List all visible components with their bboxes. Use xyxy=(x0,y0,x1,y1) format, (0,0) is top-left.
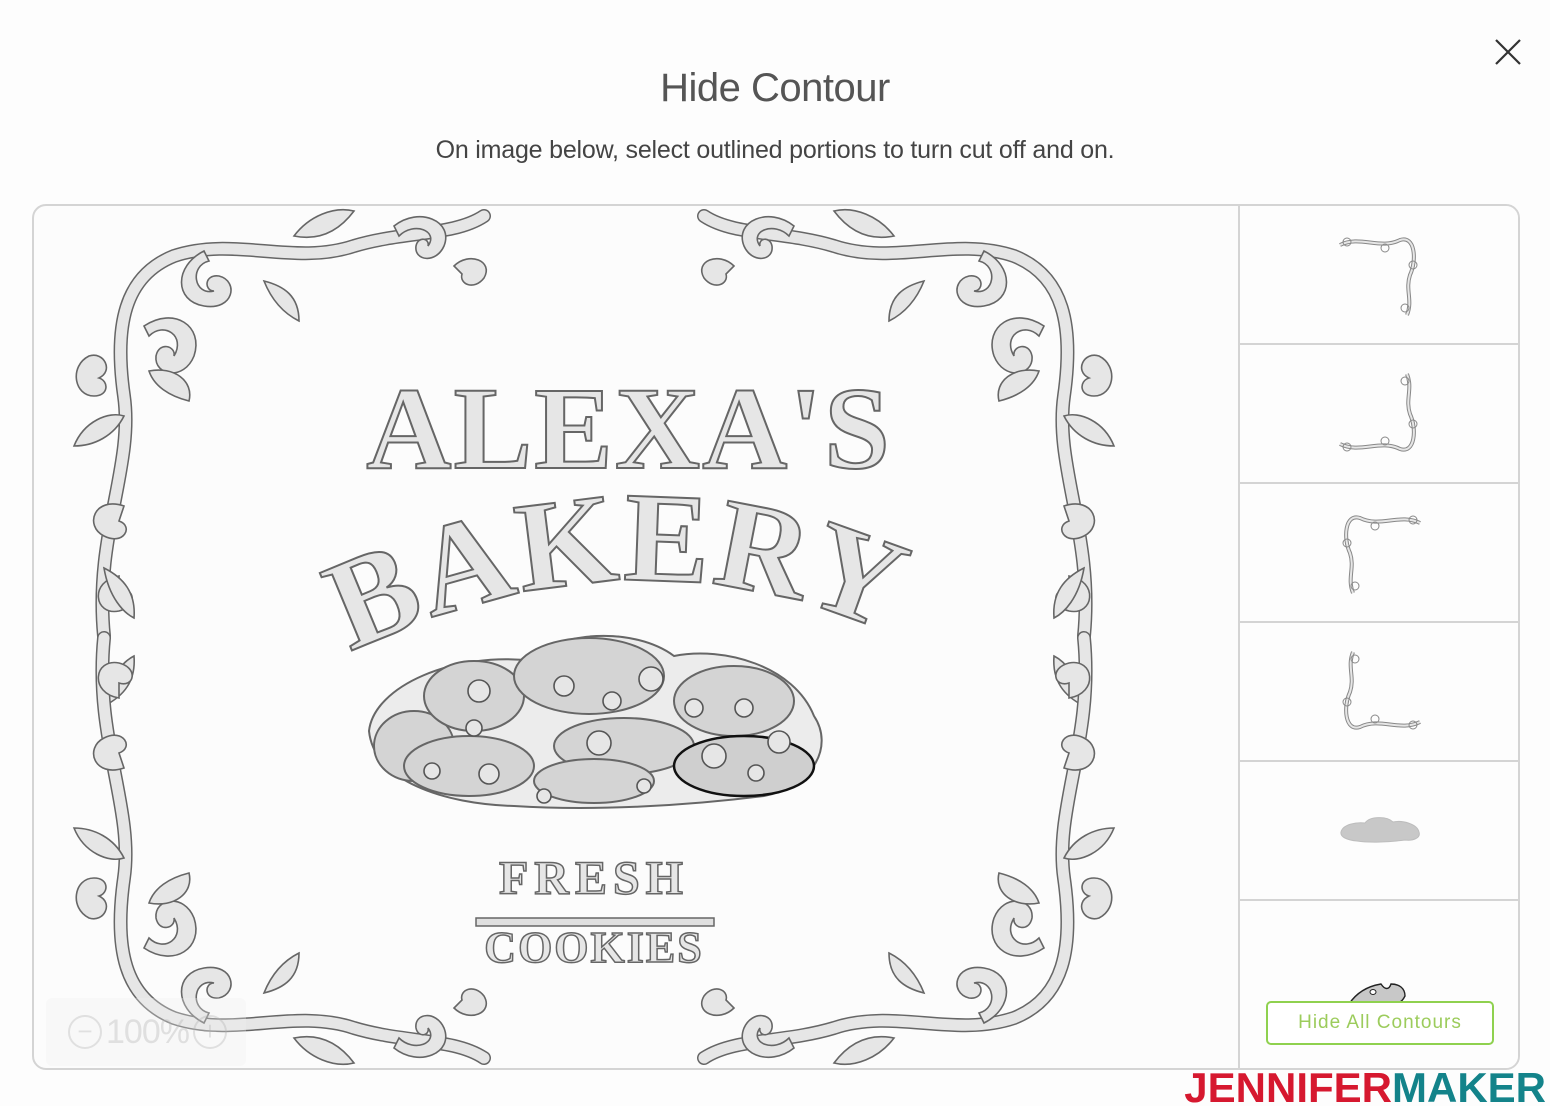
contour-panel: ALEXA'S BAKERY FRESH COOKIES − 100% + Hi… xyxy=(32,204,1520,1070)
dialog-title: Hide Contour xyxy=(660,66,890,110)
layer-thumb-top-left-flourish[interactable] xyxy=(1240,484,1518,623)
design-preview[interactable]: ALEXA'S BAKERY FRESH COOKIES xyxy=(34,206,1238,1068)
dialog-instructions: On image below, select outlined portions… xyxy=(435,136,1115,164)
close-button[interactable] xyxy=(1490,34,1526,70)
zoom-level: 100% xyxy=(106,1012,190,1051)
flourish-bottom-right[interactable] xyxy=(702,568,1114,1064)
text-cookies[interactable]: COOKIES xyxy=(484,922,703,973)
jennifermaker-watermark: JENNIFERMAKER xyxy=(1184,1064,1546,1106)
zoom-control: − 100% + xyxy=(46,998,246,1066)
layer-sidebar: Hide All Contours xyxy=(1238,206,1518,1068)
layer-thumb-bottom-right-flourish[interactable] xyxy=(1240,345,1518,484)
layer-thumb-cookie-fragment[interactable]: Hide All Contours xyxy=(1240,901,1518,1045)
layer-thumb-top-right-flourish[interactable] xyxy=(1240,206,1518,345)
zoom-out-button[interactable]: − xyxy=(68,1015,102,1049)
hide-contour-dialog: Hide Contour On image below, select outl… xyxy=(0,0,1550,1106)
cookie-pile[interactable] xyxy=(367,634,823,809)
flourish-bottom-left-icon xyxy=(1342,650,1421,730)
close-x-icon xyxy=(1495,39,1521,65)
layer-thumb-cookie-pile[interactable] xyxy=(1240,762,1518,901)
watermark-part1: JENNIFER xyxy=(1184,1064,1392,1106)
design-canvas[interactable]: ALEXA'S BAKERY FRESH COOKIES − 100% + xyxy=(34,206,1238,1068)
text-fresh[interactable]: FRESH xyxy=(498,851,689,906)
watermark-part2: MAKER xyxy=(1392,1064,1546,1106)
cookie-pile-icon xyxy=(1340,816,1420,843)
flourish-top-right-icon xyxy=(1339,236,1418,316)
flourish-top-left-icon xyxy=(1342,514,1421,594)
zoom-in-button[interactable]: + xyxy=(192,1015,227,1049)
hide-all-contours-button[interactable]: Hide All Contours xyxy=(1266,1001,1494,1045)
flourish-bottom-right-icon xyxy=(1339,372,1418,452)
layer-thumb-bottom-left-flourish[interactable] xyxy=(1240,623,1518,762)
